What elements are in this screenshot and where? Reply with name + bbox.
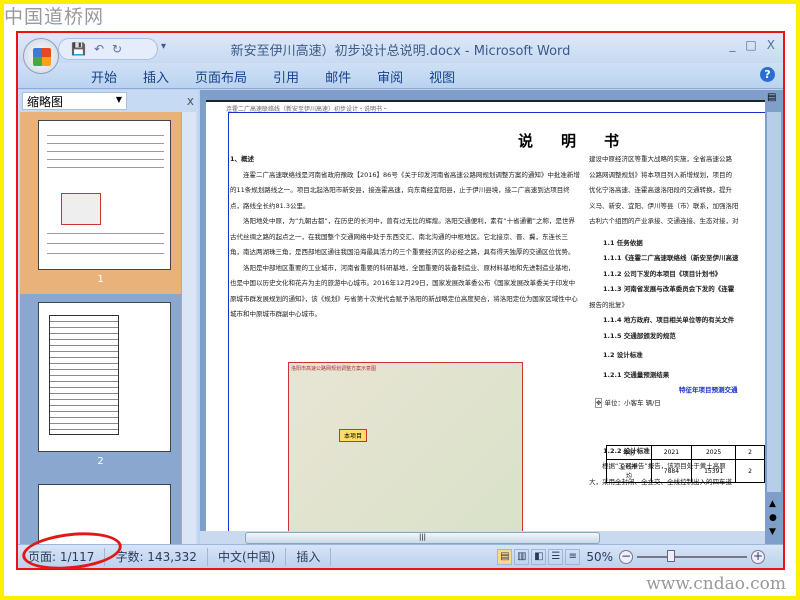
- table-cell: 2: [735, 445, 765, 460]
- table-unit: ✥ 单位：小客车 辆/日: [589, 397, 765, 408]
- status-bar: 页面: 1/117 字数: 143,332 中文(中国) 插入 ▤ ▥ ◧ ☰ …: [18, 544, 783, 568]
- text-line: 古利六个组团的产业承接、交通连接、生态对接，对: [589, 217, 739, 225]
- table-cell: 15391: [691, 459, 737, 483]
- view-buttons: ▤ ▥ ◧ ☰ ≡: [491, 548, 581, 565]
- text-line: 优化宁洛高速、连霍高速洛阳段的交通转换，提升: [589, 186, 732, 194]
- scroll-track[interactable]: [767, 112, 781, 492]
- thumbnail-label: 1: [97, 274, 104, 285]
- table-cell: 2025: [691, 445, 737, 460]
- horizontal-scrollbar[interactable]: |||: [200, 531, 765, 545]
- tab-references[interactable]: 引用: [260, 63, 312, 88]
- outline-item: 1.1.1《连霍二广高速联络线（新安至伊川高速: [603, 254, 739, 262]
- document-area: 连霍二广高速联络线（新安至伊川高速）初步设计・说明书・ 说明书 1、概述 连霍二…: [200, 90, 765, 545]
- outline-heading: 1.2 设计标准: [603, 351, 643, 359]
- table-row: 年份 2021 2025 2: [606, 445, 765, 460]
- table-cell: 全线平均: [606, 459, 652, 483]
- traffic-table: 年份 2021 2025 2 全线平均 7884 15391 2: [606, 445, 765, 483]
- page-thumbnail: [38, 120, 171, 270]
- word-window: 💾 ↶ ↻ ▾ 新安至伊川高速）初步设计总说明.docx - Microsoft…: [16, 31, 785, 570]
- body-column-left: 1、概述 连霍二广高速联络线是河南省政府豫政【2016】86号《关于印发河南省高…: [230, 152, 580, 323]
- tab-home[interactable]: 开始: [78, 63, 130, 88]
- table-cell: 2021: [650, 445, 693, 460]
- zoom-slider[interactable]: [637, 549, 747, 562]
- browse-object-icon[interactable]: ●: [769, 513, 777, 523]
- close-button[interactable]: X: [767, 38, 775, 52]
- thumbnail-page-2[interactable]: 2: [20, 294, 181, 476]
- outline-item: 报告的批复》: [589, 300, 628, 309]
- zoom-slider-handle[interactable]: [667, 549, 675, 562]
- tab-insert[interactable]: 插入: [130, 63, 182, 88]
- print-layout-icon[interactable]: ▤: [497, 548, 513, 565]
- outline-item: 1.1.3 河南省发展与改革委员会下发的《连霍: [603, 285, 735, 293]
- text-line: 公路网调整规划》将本项目列入新增规划，项目的: [589, 170, 732, 179]
- tab-view[interactable]: 视图: [416, 63, 468, 88]
- thumbnail-page-1[interactable]: 1: [20, 112, 181, 294]
- page-thumbnail: [38, 302, 171, 452]
- next-page-icon[interactable]: ▼: [769, 527, 776, 537]
- table-cell: 年份: [606, 445, 652, 460]
- document-page: 连霍二广高速联络线（新安至伊川高速）初步设计・说明书・ 说明书 1、概述 连霍二…: [206, 100, 765, 531]
- full-screen-reading-icon[interactable]: ▥: [514, 548, 530, 565]
- thumbnail-pane: 缩略图 ▼ x 1 2: [18, 90, 198, 545]
- previous-page-icon[interactable]: ▲: [769, 499, 776, 509]
- tab-page-layout[interactable]: 页面布局: [182, 63, 260, 88]
- thumbnail-scrollbar[interactable]: [181, 112, 196, 545]
- maximize-button[interactable]: □: [745, 38, 756, 52]
- zoom-in-button[interactable]: +: [751, 549, 765, 564]
- table-unit-text: 单位：小客车 辆/日: [604, 398, 661, 407]
- web-layout-icon[interactable]: ◧: [531, 548, 547, 565]
- table-row: 全线平均 7884 15391 2: [606, 459, 765, 483]
- language[interactable]: 中文(中国): [208, 547, 287, 566]
- tab-review[interactable]: 审阅: [364, 63, 416, 88]
- outline-item: 1.1.5 交通部颁发的规范: [603, 331, 676, 340]
- nav-pane-selector-label: 缩略图: [27, 94, 64, 109]
- thumbnail-list: 1 2: [20, 112, 181, 545]
- zoom-out-button[interactable]: −: [619, 549, 633, 564]
- office-button[interactable]: [23, 38, 59, 74]
- table-title: 特征年项目预测交通: [679, 386, 738, 394]
- outline-item: 1.1.4 地方政府、项目相关单位等的有关文件: [603, 316, 735, 324]
- body-column-right: 建设中原经济区等重大战略的实施，全省高速公路 公路网调整规划》将本项目列入新增规…: [589, 152, 765, 490]
- minimize-button[interactable]: _: [729, 38, 735, 52]
- title-bar: 💾 ↶ ↻ ▾ 新安至伊川高速）初步设计总说明.docx - Microsoft…: [18, 33, 783, 63]
- office-logo-icon: [33, 48, 51, 66]
- heading: 1、概述: [230, 155, 255, 163]
- tab-mailings[interactable]: 邮件: [312, 63, 364, 88]
- insert-mode[interactable]: 插入: [286, 547, 332, 566]
- outline-heading: 1.1 任务依据: [603, 238, 643, 247]
- text-line: 建设中原经济区等重大战略的实施，全省高速公路: [589, 155, 732, 163]
- table-cell: 7884: [650, 459, 693, 483]
- close-nav-pane-button[interactable]: x: [187, 94, 194, 108]
- outline-view-icon[interactable]: ☰: [548, 548, 564, 565]
- site-watermark: www.cndao.com: [646, 574, 786, 594]
- text-line: 义马、新安、宜阳、伊川等县（市）联系，加强洛阳: [589, 201, 739, 210]
- document-title: 说明书: [518, 132, 648, 150]
- zoom-level[interactable]: 50%: [580, 550, 619, 564]
- scroll-thumb[interactable]: |||: [245, 532, 600, 544]
- chevron-down-icon: ▼: [115, 94, 122, 104]
- outline-heading: 1.2.1 交通量预测结果: [603, 370, 670, 379]
- route-map-image[interactable]: 洛阳市高速公路网规划调整方案示意图 本项目: [288, 362, 523, 531]
- table-move-icon[interactable]: ✥: [595, 397, 603, 408]
- paragraph: 洛阳地处中原，为“九朝古都”，在历史的长河中，曾有过无比的辉煌。洛阳交通便利，素…: [230, 217, 575, 256]
- paragraph: 洛阳是中部地区重要的工业城市，河南省重要的科研基地，全国重要的装备制造业、原材料…: [230, 263, 578, 319]
- help-icon[interactable]: ?: [760, 67, 775, 82]
- ruler-toggle-icon[interactable]: ▤: [767, 92, 776, 103]
- outline-item: 1.1.2 公司下发的本项目《项目计划书》: [603, 269, 722, 278]
- table-cell: 2: [735, 459, 765, 483]
- vertical-scrollbar[interactable]: ▤ ▲ ● ▼: [765, 90, 783, 545]
- map-caption: 洛阳市高速公路网规划调整方案示意图: [291, 366, 377, 372]
- ribbon-tabs: 开始 插入 页面布局 引用 邮件 审阅 视图: [18, 63, 783, 89]
- window-title: 新安至伊川高速）初步设计总说明.docx - Microsoft Word: [230, 44, 571, 59]
- map-project-label: 本项目: [339, 429, 368, 442]
- site-logo: 中国道桥网: [4, 6, 105, 28]
- paragraph: 连霍二广高速联络线是河南省政府豫政【2016】86号《关于印发河南省高速公路网规…: [230, 170, 580, 210]
- nav-pane-selector[interactable]: 缩略图 ▼: [22, 91, 127, 110]
- draft-view-icon[interactable]: ≡: [565, 548, 581, 565]
- thumbnail-label: 2: [97, 456, 104, 467]
